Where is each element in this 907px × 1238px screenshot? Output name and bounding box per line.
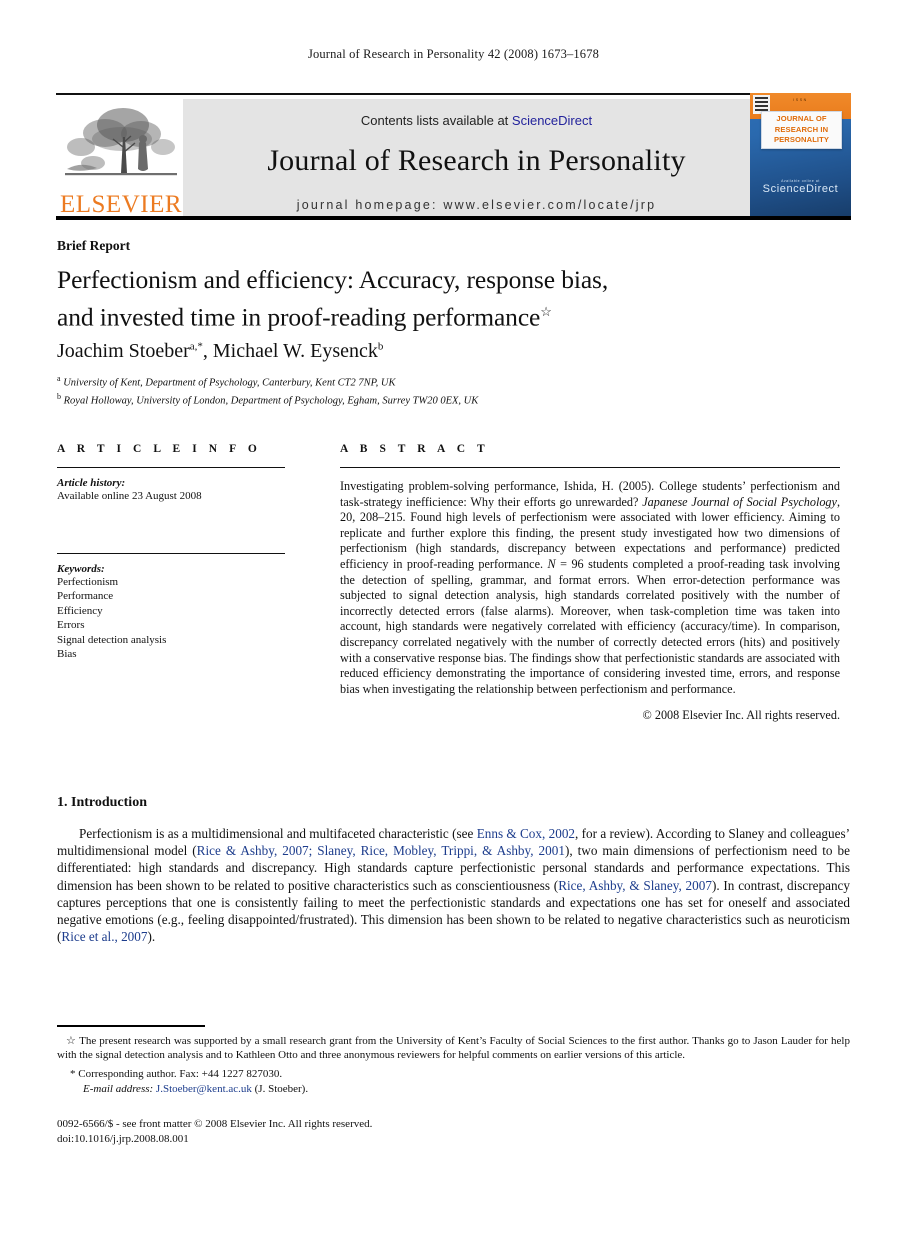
keyword-item: Errors <box>57 619 85 631</box>
cover-sciencedirect-seal: Available online at ScienceDirect <box>750 179 851 195</box>
cover-title-line3: PERSONALITY <box>773 135 830 145</box>
abstract-copyright: © 2008 Elsevier Inc. All rights reserved… <box>642 708 840 723</box>
masthead-top-rule <box>56 93 851 95</box>
funding-footnote: ☆ The present research was supported by … <box>57 1034 850 1062</box>
article-page: Journal of Research in Personality 42 (2… <box>0 0 907 1238</box>
abstract-heading: A B S T R A C T <box>340 443 490 455</box>
footnote-rule <box>57 1025 205 1027</box>
funding-footnote-marker: ☆ <box>66 1035 77 1047</box>
affiliation-b: b Royal Holloway, University of London, … <box>57 390 817 408</box>
abstract-n-symbol: N <box>547 556 556 571</box>
contents-available-text: Contents lists available at <box>360 113 512 128</box>
email-address-label: E-mail address: <box>83 1082 154 1095</box>
running-head: Journal of Research in Personality 42 (2… <box>307 47 600 61</box>
keyword-item: Performance <box>57 590 114 602</box>
corresponding-author-text: Corresponding author. Fax: +44 1227 8270… <box>75 1068 283 1081</box>
cover-title-line1: JOURNAL OF <box>776 114 827 124</box>
keyword-item: Efficiency <box>57 604 103 617</box>
citation-link[interactable]: Rice et al., 2007 <box>61 929 147 944</box>
cover-title-box: JOURNAL OF RESEARCH IN PERSONALITY <box>761 111 842 149</box>
email-suffix: (J. Stoeber). <box>251 1082 309 1095</box>
journal-title: Journal of Research in Personality <box>267 144 686 177</box>
article-title-line1: Perfectionism and efficiency: Accuracy, … <box>57 265 609 294</box>
abstract-part-3: = 96 students completed a proof-reading … <box>340 556 840 696</box>
elsevier-wordmark: ELSEVIER <box>59 191 183 218</box>
affiliation-b-mark: b <box>57 392 61 401</box>
email-footnote: E-mail address: J.Stoeber@kent.ac.uk (J.… <box>57 1082 850 1096</box>
article-type-label: Brief Report <box>57 238 131 253</box>
journal-masthead: ELSEVIER Contents lists available at Sci… <box>56 93 851 220</box>
issn-front-matter-line: 0092-6566/$ - see front matter © 2008 El… <box>57 1118 373 1130</box>
author-2-marks[interactable]: b <box>378 340 384 352</box>
email-link[interactable]: J.Stoeber@kent.ac.uk <box>156 1083 252 1095</box>
journal-banner: Contents lists available at ScienceDirec… <box>183 99 770 216</box>
cover-seal-mark: ScienceDirect <box>762 183 839 195</box>
corresponding-author-footnote: * Corresponding author. Fax: +44 1227 82… <box>57 1067 850 1081</box>
abstract-text: Investigating problem-solving performanc… <box>340 479 840 697</box>
abstract-column: A B S T R A C T Investigating problem-so… <box>340 443 840 723</box>
intro-text-1: Perfectionism is as a multidimensional a… <box>79 826 477 841</box>
funding-footnote-text: The present research was supported by a … <box>57 1035 850 1062</box>
article-history-value: Available online 23 August 2008 <box>57 490 202 502</box>
abstract-rule <box>340 467 840 468</box>
keyword-item: Bias <box>57 648 77 660</box>
affiliation-a: a University of Kent, Department of Psyc… <box>57 372 817 390</box>
keywords-label: Keywords: <box>57 562 105 575</box>
masthead-bottom-rule <box>56 216 851 220</box>
article-info-heading: A R T I C L E I N F O <box>57 443 262 455</box>
keywords-block: Keywords: Perfectionism Performance Effi… <box>57 563 285 662</box>
abstract-journal-name: Japanese Journal of Social Psychology <box>642 494 837 509</box>
contents-available-line: Contents lists available at ScienceDirec… <box>183 113 770 128</box>
article-history-label: Article history: <box>57 477 126 489</box>
journal-homepage-link[interactable]: journal homepage: www.elsevier.com/locat… <box>183 198 770 212</box>
cover-issn-text: ISSN <box>793 98 808 102</box>
citation-link[interactable]: Rice & Ashby, 2007; Slaney, Rice, Mobley… <box>197 843 565 858</box>
journal-cover-thumbnail: ISSN JOURNAL OF RESEARCH IN PERSONALITY … <box>750 93 851 219</box>
title-footnote-marker[interactable]: ☆ <box>540 304 552 319</box>
affiliation-b-text: Royal Holloway, University of London, De… <box>63 395 479 407</box>
cover-title-line2: RESEARCH IN <box>774 124 829 134</box>
article-title-line2: and invested time in proof-reading perfo… <box>57 302 541 332</box>
author-1-marks[interactable]: a,* <box>190 340 203 352</box>
author-1-name: Joachim Stoeber <box>57 340 190 362</box>
article-info-column: A R T I C L E I N F O Article history: A… <box>57 443 285 662</box>
section-heading-introduction: 1. Introduction <box>57 795 147 810</box>
citation-link[interactable]: Enns & Cox, 2002 <box>477 826 575 841</box>
citation-link[interactable]: Rice, Ashby, & Slaney, 2007 <box>558 878 712 893</box>
affiliation-a-text: University of Kent, Department of Psycho… <box>63 377 396 389</box>
introduction-paragraph: Perfectionism is as a multidimensional a… <box>57 825 850 945</box>
sciencedirect-link[interactable]: ScienceDirect <box>512 113 592 128</box>
footnote-block: ☆ The present research was supported by … <box>57 1034 850 1096</box>
article-info-rule <box>57 467 285 468</box>
elsevier-tree-icon <box>65 108 177 176</box>
imprint-block: 0092-6566/$ - see front matter © 2008 El… <box>57 1117 557 1146</box>
keyword-item: Signal detection analysis <box>57 633 167 646</box>
affiliation-list: a University of Kent, Department of Psyc… <box>57 372 817 408</box>
author-2-name: , Michael W. Eysenck <box>202 340 378 362</box>
doi-line[interactable]: doi:10.1016/j.jrp.2008.08.001 <box>57 1132 557 1147</box>
author-list: Joachim Stoebera,*, Michael W. Eysenckb <box>57 340 383 363</box>
affiliation-a-mark: a <box>57 374 61 383</box>
page-title: Perfectionism and efficiency: Accuracy, … <box>57 264 777 334</box>
keywords-rule <box>57 552 285 554</box>
keyword-item: Perfectionism <box>57 575 119 588</box>
intro-text-5: ). <box>147 929 156 945</box>
elsevier-logo: ELSEVIER <box>60 97 182 219</box>
